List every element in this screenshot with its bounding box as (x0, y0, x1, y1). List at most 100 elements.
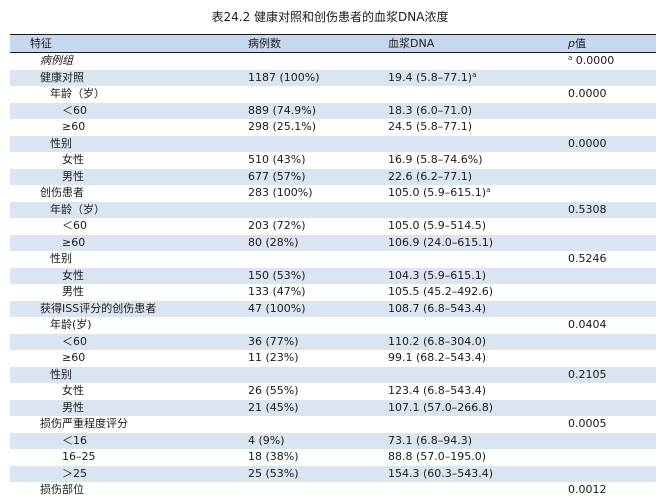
row-label: ＜60 (62, 334, 87, 348)
row-label: ＜16 (62, 433, 87, 447)
row-count: 4 (9%) (248, 433, 285, 447)
row-label: 健康对照 (40, 70, 84, 84)
row-label: 男性 (62, 285, 84, 298)
row-label: ＜60 (62, 219, 87, 232)
table-row: 年龄（岁） 0.5308 (10, 201, 656, 218)
row-label: ≥60 (62, 235, 86, 249)
row-label: 男性 (62, 400, 84, 414)
table-row: 年龄（岁） 0.0000 (10, 86, 656, 103)
table-row: 病例组 a 0.0000 (10, 53, 656, 70)
row-p-value: 0.0000 (568, 87, 607, 100)
row-dna: 108.7 (6.8–543.4) (388, 301, 487, 315)
table-row: 16–25 18 (38%) 88.8 (57.0–195.0) (10, 449, 656, 466)
row-count: 36 (77%) (248, 334, 299, 348)
table-row: 性别 0.5246 (10, 251, 656, 268)
dna-text: 19.4 (5.8–77.1) (388, 70, 473, 84)
row-count: 21 (45%) (248, 400, 299, 414)
header-plasma-dna: 血浆DNA (388, 37, 435, 50)
row-label: 年龄（岁） (50, 87, 105, 100)
table-row: 男性 677 (57%) 22.6 (6.2–77.1) (10, 168, 656, 185)
row-dna: 107.1 (57.0–266.8) (388, 400, 494, 414)
row-p-value: 0.0404 (568, 318, 607, 331)
row-count: 133 (47%) (248, 285, 306, 298)
row-count: 47 (100%) (248, 301, 306, 315)
row-p-value: 0.0000 (568, 136, 607, 150)
table-row: ＜60 36 (77%) 110.2 (6.8–304.0) (10, 333, 656, 350)
row-count: 150 (53%) (248, 268, 306, 282)
table-row: 获得ISS评分的创伤患者 47 (100%) 108.7 (6.8–543.4) (10, 300, 656, 317)
row-dna: 24.5 (5.8–77.1) (388, 120, 473, 133)
table-row: 女性 510 (43%) 16.9 (5.8–74.6%) (10, 152, 656, 169)
row-label: 女性 (62, 384, 84, 397)
table-row: 健康对照 1187 (100%) 19.4 (5.8–77.1)a (10, 69, 656, 87)
row-label: 病例组 (40, 54, 73, 67)
row-count: 18 (38%) (248, 450, 299, 463)
row-dna: 154.3 (60.3–543.4) (388, 466, 494, 480)
row-label: 女性 (62, 268, 84, 282)
row-p-value: 0.5308 (568, 202, 607, 216)
row-dna: 105.5 (45.2–492.6) (388, 285, 494, 298)
row-label: 损伤严重程度评分 (40, 417, 128, 430)
table-row: 性别 0.2105 (10, 366, 656, 383)
row-count: 203 (72%) (248, 219, 306, 232)
table-row: ＞25 25 (53%) 154.3 (60.3–543.4) (10, 465, 656, 482)
header-p-letter: p (568, 37, 575, 50)
row-count: 677 (57%) (248, 169, 306, 183)
table-row: 性别 0.0000 (10, 135, 656, 152)
row-dna: 99.1 (68.2–543.4) (388, 351, 487, 364)
row-label: ＞25 (62, 466, 87, 480)
row-label: 年龄（岁） (50, 202, 105, 216)
row-label: 损伤部位 (40, 483, 84, 496)
p-superscript: a (568, 54, 573, 62)
table-row: 损伤部位 0.0012 (10, 482, 656, 499)
table-row: 男性 21 (45%) 107.1 (57.0–266.8) (10, 399, 656, 416)
row-count: 80 (28%) (248, 235, 299, 249)
table-row: 创伤患者 283 (100%) 105.0 (5.9–615.1)a (10, 185, 656, 202)
table-row: ≥60 298 (25.1%) 24.5 (5.8–77.1) (10, 119, 656, 136)
row-label: 性别 (50, 252, 72, 265)
header-feature: 特征 (30, 37, 52, 50)
row-count: 1187 (100%) (248, 70, 320, 84)
row-count: 25 (53%) (248, 466, 299, 480)
row-dna: 106.9 (24.0–615.1) (388, 235, 494, 249)
table-row: 年龄(岁) 0.0404 (10, 317, 656, 334)
row-dna: 105.0 (5.9–514.5) (388, 219, 487, 232)
row-label: ≥60 (62, 120, 86, 133)
row-dna: 110.2 (6.8–304.0) (388, 334, 487, 348)
row-label: 女性 (62, 153, 84, 166)
row-label: 性别 (50, 367, 72, 381)
table-row: ＜60 889 (74.9%) 18.3 (6.0–71.0) (10, 102, 656, 119)
p-text: 0.0000 (575, 54, 615, 67)
header-p-suffix: 值 (574, 37, 586, 50)
row-p-value: 0.0005 (568, 417, 607, 430)
row-label: 获得ISS评分的创伤患者 (40, 301, 157, 315)
row-dna: 22.6 (6.2–77.1) (388, 169, 473, 183)
row-label: ≥60 (62, 351, 86, 364)
table-caption: 表24.2 健康对照和创伤患者的血浆DNA浓度 (211, 10, 449, 24)
row-dna: 73.1 (6.8–94.3) (388, 433, 473, 447)
row-count: 283 (100%) (248, 186, 313, 199)
row-dna: 105.0 (5.9–615.1)a (388, 185, 490, 202)
row-p-value: 0.0012 (568, 483, 607, 496)
row-label: 年龄(岁) (50, 318, 92, 331)
row-count: 889 (74.9%) (248, 103, 317, 117)
row-p-value: a 0.0000 (568, 53, 614, 70)
row-count: 26 (55%) (248, 384, 299, 397)
table-row: 损伤严重程度评分 0.0005 (10, 416, 656, 433)
row-label: ＜60 (62, 103, 87, 117)
dna-superscript: a (486, 186, 491, 194)
row-dna: 18.3 (6.0–71.0) (388, 103, 473, 117)
table-row: 男性 133 (47%) 105.5 (45.2–492.6) (10, 284, 656, 301)
row-p-value: 0.5246 (568, 252, 607, 265)
table-row: ＜16 4 (9%) 73.1 (6.8–94.3) (10, 432, 656, 449)
table-row: 女性 26 (55%) 123.4 (6.8–543.4) (10, 383, 656, 400)
dna-text: 105.0 (5.9–615.1) (388, 186, 487, 199)
row-count: 298 (25.1%) (248, 120, 317, 133)
row-dna: 16.9 (5.8–74.6%) (388, 153, 483, 166)
header-case-count: 病例数 (248, 37, 281, 50)
table-row: ≥60 11 (23%) 99.1 (68.2–543.4) (10, 350, 656, 367)
row-dna: 19.4 (5.8–77.1)a (388, 70, 476, 87)
page: 表24.2 健康对照和创伤患者的血浆DNA浓度 特征 病例数 血浆DNA p值 … (0, 0, 660, 496)
table-row: 女性 150 (53%) 104.3 (5.9–615.1) (10, 267, 656, 284)
row-dna: 88.8 (57.0–195.0) (388, 450, 487, 463)
